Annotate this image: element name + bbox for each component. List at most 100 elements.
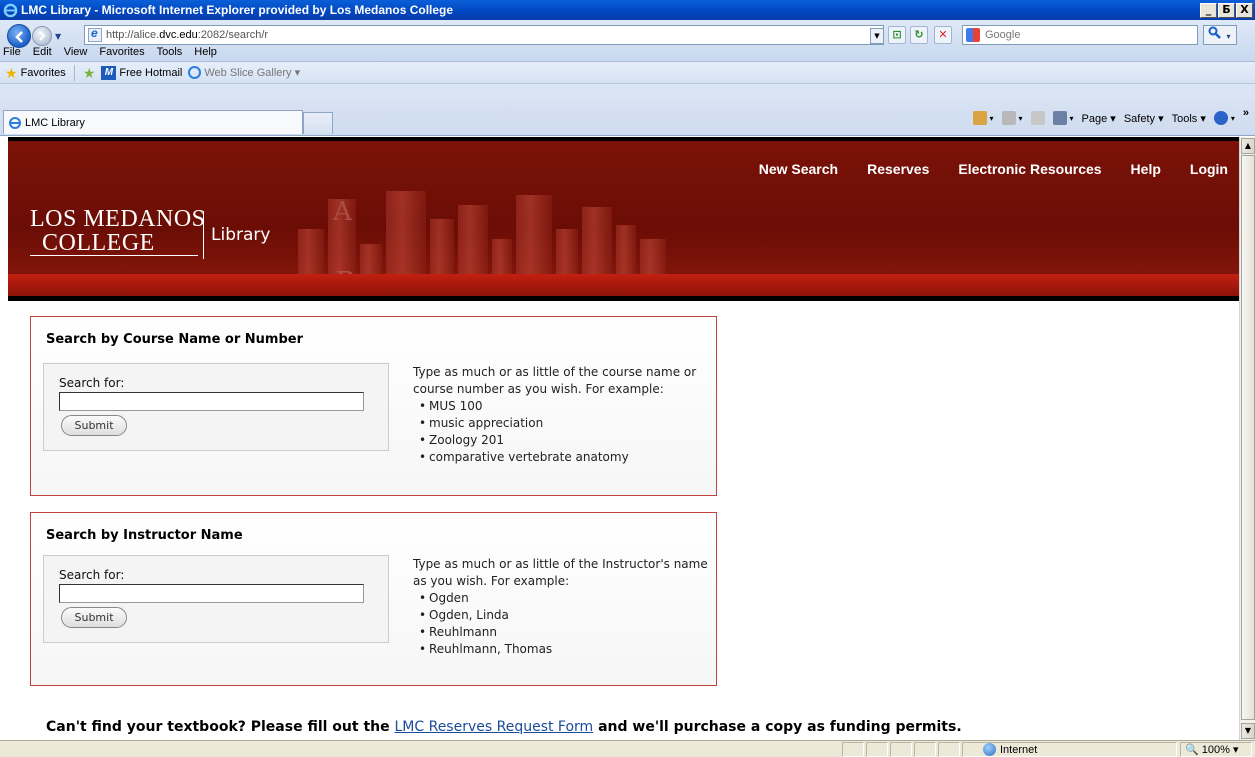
favorites-star-icon: ★ [5, 64, 18, 81]
read-mail-button[interactable] [1030, 111, 1045, 125]
window-title-bar[interactable]: LMC Library - Microsoft Internet Explore… [0, 0, 1255, 20]
list-item: Reuhlmann, Thomas [413, 641, 713, 658]
print-button[interactable]: ▾ [1052, 111, 1074, 125]
zoom-level-button[interactable]: 🔍 100% ▾ [1185, 743, 1238, 756]
tab-lmc-library[interactable]: LMC Library [3, 110, 303, 134]
site-banner: A B LOS MEDANOS COLLEGE Library New Sear… [8, 137, 1239, 301]
nav-help[interactable]: Help [1131, 161, 1161, 177]
instructor-submit-button[interactable]: Submit [61, 607, 127, 628]
search-placeholder: Google [985, 29, 1021, 41]
course-help-text: Type as much or as little of the course … [413, 365, 697, 396]
home-button[interactable]: ▾ [972, 111, 994, 125]
college-logo[interactable]: LOS MEDANOS COLLEGE [30, 207, 206, 256]
course-examples-list: MUS 100 music appreciation Zoology 201 c… [413, 398, 713, 466]
search-dropdown-icon[interactable]: ▾ [1227, 32, 1231, 41]
scroll-up-button[interactable]: ▲ [1241, 138, 1255, 154]
globe-icon [983, 743, 996, 756]
instructor-search-input[interactable] [59, 584, 364, 603]
course-search-input[interactable] [59, 392, 364, 411]
favorites-button[interactable]: ★ Favorites [5, 66, 66, 80]
url-suffix: :2082/search/r [197, 29, 269, 41]
separator [73, 64, 75, 81]
hotmail-icon: M [101, 65, 117, 80]
banner-red-band [8, 274, 1239, 296]
status-bar: Internet 🔍 100% ▾ [0, 740, 1255, 757]
list-item: comparative vertebrate anatomy [413, 449, 713, 466]
favorites-bar: ★ Favorites ★ M Free Hotmail Web Slice G… [0, 62, 1255, 84]
recent-pages-dropdown[interactable]: ▼ [55, 32, 61, 41]
toolbar-overflow-button[interactable]: » [1243, 107, 1249, 119]
logo-divider [203, 211, 204, 259]
ie-page-icon [188, 66, 202, 79]
page-menu[interactable]: Page ▾ [1082, 112, 1116, 125]
instructor-examples-list: Ogden Ogden, Linda Reuhlmann Reuhlmann, … [413, 590, 713, 658]
printer-icon [1052, 111, 1067, 125]
safety-menu[interactable]: Safety ▾ [1124, 112, 1164, 125]
list-item: Zoology 201 [413, 432, 713, 449]
ie-tab-icon [9, 116, 21, 129]
nav-login[interactable]: Login [1190, 161, 1228, 177]
feeds-button[interactable]: ▾ [1001, 111, 1023, 125]
maximize-button[interactable]: Б [1218, 2, 1235, 18]
course-search-help: Type as much or as little of the course … [413, 364, 713, 466]
status-cell [842, 742, 864, 757]
menu-view[interactable]: View [64, 46, 88, 58]
tab-title: LMC Library [25, 116, 85, 129]
list-item: MUS 100 [413, 398, 713, 415]
menu-help[interactable]: Help [194, 46, 217, 58]
vertical-scrollbar[interactable]: ▲ ▼ [1239, 137, 1255, 740]
list-item: Ogden [413, 590, 713, 607]
instructor-search-label: Search for: [59, 568, 125, 582]
instructor-search-panel: Search by Instructor Name Search for: Su… [30, 512, 717, 686]
instructor-help-text: Type as much or as little of the Instruc… [413, 557, 708, 588]
menu-file[interactable]: File [3, 46, 21, 58]
course-search-panel: Search by Course Name or Number Search f… [30, 316, 717, 496]
status-cell [866, 742, 888, 757]
favorite-free-hotmail[interactable]: M Free Hotmail [101, 65, 183, 80]
reserves-request-form-link[interactable]: LMC Reserves Request Form [394, 719, 593, 735]
course-submit-button[interactable]: Submit [61, 415, 127, 436]
list-item: Reuhlmann [413, 624, 713, 641]
page-viewport: A B LOS MEDANOS COLLEGE Library New Sear… [0, 137, 1239, 740]
instructor-search-heading: Search by Instructor Name [46, 528, 243, 543]
instructor-search-help: Type as much or as little of the Instruc… [413, 556, 713, 658]
favorites-label: Favorites [20, 66, 66, 79]
footer-text-after: and we'll purchase a copy as funding per… [598, 719, 962, 735]
ie-logo-icon [3, 3, 18, 17]
list-item: Ogden, Linda [413, 607, 713, 624]
scroll-down-button[interactable]: ▼ [1241, 723, 1255, 739]
zone-label: Internet [1000, 743, 1038, 756]
site-navigation: New Search Reserves Electronic Resources… [759, 161, 1228, 177]
logo-line-2: COLLEGE [30, 231, 198, 256]
minimize-button[interactable]: _ [1200, 2, 1217, 18]
google-logo-icon [966, 28, 980, 42]
instructor-search-form: Search for: Submit [43, 555, 389, 643]
page-icon [88, 26, 102, 42]
reserves-request-note: Can't find your textbook? Please fill ou… [46, 719, 962, 735]
status-cell [914, 742, 936, 757]
nav-electronic-resources[interactable]: Electronic Resources [958, 161, 1101, 177]
help-icon [1213, 111, 1228, 125]
mail-icon [1030, 111, 1045, 125]
favorite-web-slice-gallery[interactable]: Web Slice Gallery ▾ [188, 66, 300, 79]
logo-library-label: Library [211, 225, 271, 245]
home-icon [972, 111, 987, 125]
close-window-button[interactable]: X [1236, 2, 1253, 18]
help-button[interactable]: ▾ [1213, 111, 1235, 125]
menu-tools[interactable]: Tools [157, 46, 183, 58]
list-item: music appreciation [413, 415, 713, 432]
tools-menu[interactable]: Tools ▾ [1172, 112, 1206, 125]
add-favorite-icon[interactable]: ★ [83, 66, 96, 80]
menu-favorites[interactable]: Favorites [99, 46, 144, 58]
command-bar: ▾ ▾ ▾ Page ▾ Safety ▾ Tools ▾ ▾ » [972, 107, 1249, 125]
nav-reserves[interactable]: Reserves [867, 161, 929, 177]
url-prefix: http://alice. [106, 29, 160, 41]
new-tab-button[interactable] [303, 112, 333, 134]
security-zone[interactable]: Internet [983, 743, 1037, 756]
favorite-label: Free Hotmail [119, 66, 183, 79]
nav-new-search[interactable]: New Search [759, 161, 838, 177]
tab-bar: LMC Library ▾ ▾ ▾ Page ▾ Safety ▾ Tools … [0, 84, 1255, 136]
scroll-thumb[interactable] [1241, 155, 1255, 720]
menu-bar: File Edit View Favorites Tools Help [0, 42, 1255, 62]
menu-edit[interactable]: Edit [33, 46, 52, 58]
